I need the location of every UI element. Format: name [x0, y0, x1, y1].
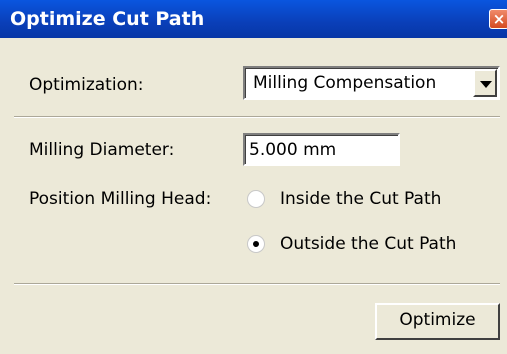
optimization-dropdown-button[interactable]	[473, 69, 497, 97]
title-bar[interactable]: Optimize Cut Path ×	[0, 0, 507, 38]
radio-outside-cut-path-label[interactable]: Outside the Cut Path	[280, 233, 456, 255]
optimization-selected-value: Milling Compensation	[253, 73, 437, 93]
milling-diameter-input[interactable]	[243, 133, 400, 166]
radio-inside-cut-path[interactable]	[247, 190, 265, 208]
close-button[interactable]: ×	[489, 9, 507, 29]
optimize-button[interactable]: Optimize	[375, 303, 500, 340]
optimization-label: Optimization:	[29, 75, 144, 95]
chevron-down-icon	[480, 81, 492, 88]
separator-top	[14, 116, 500, 118]
optimization-select[interactable]: Milling Compensation	[243, 66, 500, 100]
separator-bottom	[14, 283, 500, 285]
position-milling-head-label: Position Milling Head:	[29, 189, 212, 209]
milling-diameter-label: Milling Diameter:	[29, 140, 175, 160]
optimize-cut-path-dialog: Optimize Cut Path × Optimization: Millin…	[0, 0, 507, 354]
dialog-title: Optimize Cut Path	[10, 8, 205, 30]
close-icon: ×	[492, 10, 506, 28]
radio-inside-cut-path-label[interactable]: Inside the Cut Path	[280, 188, 441, 210]
radio-outside-cut-path[interactable]	[247, 235, 265, 253]
